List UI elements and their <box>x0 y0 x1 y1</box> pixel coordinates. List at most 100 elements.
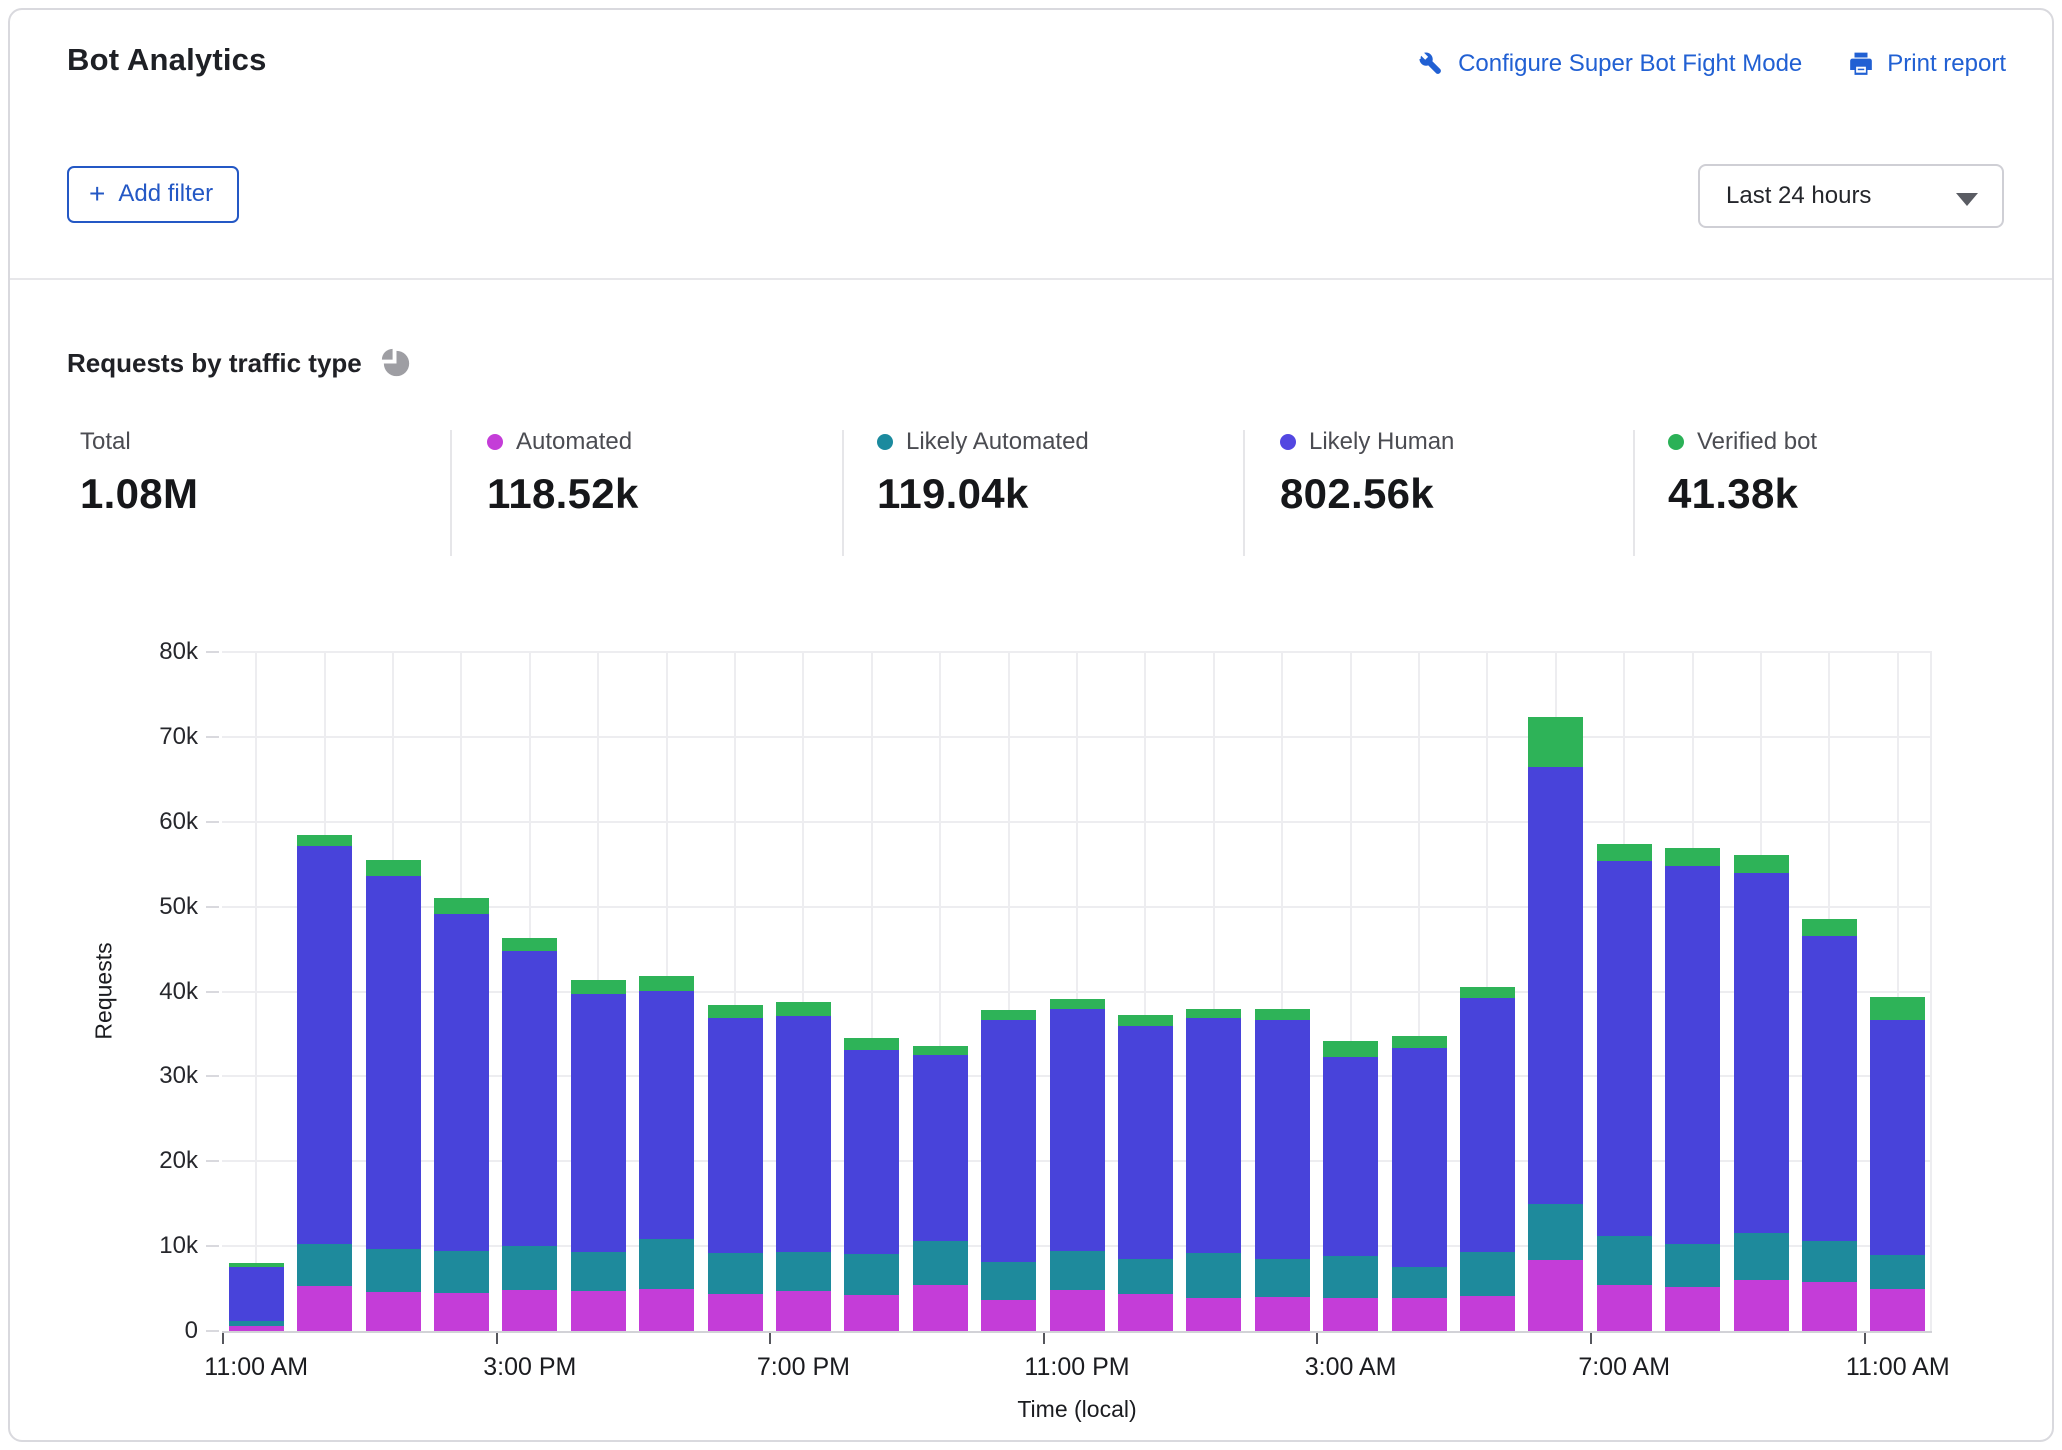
stat-likely-automated-value: 119.04k <box>877 470 1089 518</box>
bar-1-00-pm[interactable] <box>366 652 421 1331</box>
bar-segment-automated <box>1734 1280 1789 1331</box>
add-filter-button[interactable]: + Add filter <box>67 166 239 223</box>
bar-segment-automated <box>1186 1298 1241 1331</box>
bar-segment-likely-automated <box>1460 1252 1515 1296</box>
bar-segment-verified-bot <box>1255 1009 1310 1020</box>
bar-9-00-pm[interactable] <box>913 652 968 1331</box>
bar-segment-likely-automated <box>1734 1233 1789 1281</box>
bar-segment-automated <box>1323 1298 1378 1331</box>
printer-icon <box>1848 51 1874 77</box>
bar-segment-automated <box>776 1291 831 1331</box>
bar-4-00-pm[interactable] <box>571 652 626 1331</box>
bar-segment-likely-automated <box>844 1254 899 1296</box>
bar-11-00-am[interactable] <box>1870 652 1925 1331</box>
bar-segment-likely-automated <box>434 1251 489 1293</box>
bar-segment-verified-bot <box>1323 1041 1378 1057</box>
bar-segment-likely-human <box>844 1050 899 1254</box>
bar-segment-likely-human <box>1528 767 1583 1204</box>
bar-5-00-am[interactable] <box>1460 652 1515 1331</box>
bar-segment-automated <box>1597 1285 1652 1331</box>
bar-6-00-pm[interactable] <box>708 652 763 1331</box>
x-axis-title: Time (local) <box>1017 1396 1136 1423</box>
bar-segment-likely-human <box>1734 873 1789 1233</box>
wrench-icon <box>1418 51 1445 78</box>
bar-segment-verified-bot <box>1050 999 1105 1009</box>
bar-11-00-pm[interactable] <box>1050 652 1105 1331</box>
stat-divider <box>1243 430 1245 556</box>
bar-segment-verified-bot <box>1392 1036 1447 1048</box>
bar-segment-likely-human <box>1460 998 1515 1252</box>
bar-6-00-am[interactable] <box>1528 652 1583 1331</box>
bar-segment-likely-human <box>708 1018 763 1253</box>
stat-divider <box>842 430 844 556</box>
bar-segment-likely-human <box>1186 1018 1241 1253</box>
bar-segment-likely-automated <box>1050 1251 1105 1290</box>
time-range-select[interactable]: Last 24 hours <box>1698 164 2004 228</box>
bar-segment-automated <box>297 1286 352 1331</box>
bar-12-00-am[interactable] <box>1118 652 1173 1331</box>
bar-5-00-pm[interactable] <box>639 652 694 1331</box>
bar-1-00-am[interactable] <box>1186 652 1241 1331</box>
bar-segment-verified-bot <box>366 860 421 876</box>
y-axis-title: Requests <box>91 942 118 1039</box>
bar-segment-verified-bot <box>708 1005 763 1018</box>
bar-segment-verified-bot <box>1118 1015 1173 1026</box>
section-heading-label: Requests by traffic type <box>67 348 362 379</box>
print-report-link[interactable]: Print report <box>1848 50 2006 78</box>
bar-segment-verified-bot <box>913 1046 968 1055</box>
bar-segment-automated <box>844 1295 899 1331</box>
stat-total-label: Total <box>80 428 131 456</box>
stat-likely-human-label: Likely Human <box>1309 428 1454 456</box>
stat-divider <box>450 430 452 556</box>
bar-segment-likely-automated <box>297 1244 352 1286</box>
configure-super-bot-fight-mode-link[interactable]: Configure Super Bot Fight Mode <box>1418 50 1802 78</box>
pie-chart-icon <box>378 345 415 382</box>
bar-segment-verified-bot <box>1460 987 1515 998</box>
bar-3-00-pm[interactable] <box>502 652 557 1331</box>
bar-segment-likely-automated <box>1186 1253 1241 1298</box>
bar-7-00-pm[interactable] <box>776 652 831 1331</box>
bar-segment-likely-human <box>1665 866 1720 1245</box>
bar-segment-likely-automated <box>502 1246 557 1290</box>
bar-3-00-am[interactable] <box>1323 652 1378 1331</box>
bar-segment-automated <box>366 1292 421 1331</box>
bar-segment-likely-human <box>434 914 489 1251</box>
stat-automated-label: Automated <box>516 428 632 456</box>
bar-segment-likely-human <box>1802 936 1857 1241</box>
bar-9-00-am[interactable] <box>1734 652 1789 1331</box>
likely-human-dot-icon <box>1280 434 1296 450</box>
bar-2-00-pm[interactable] <box>434 652 489 1331</box>
bar-segment-likely-automated <box>1597 1236 1652 1285</box>
bar-segment-verified-bot <box>1870 997 1925 1020</box>
stat-verified-bot: Verified bot 41.38k <box>1668 428 1817 518</box>
bar-segment-likely-human <box>981 1020 1036 1263</box>
stat-total-value: 1.08M <box>80 470 198 518</box>
bar-11-00-am[interactable] <box>229 652 284 1331</box>
bar-segment-likely-automated <box>1528 1204 1583 1260</box>
bar-4-00-am[interactable] <box>1392 652 1447 1331</box>
bar-2-00-am[interactable] <box>1255 652 1310 1331</box>
bar-segment-verified-bot <box>639 976 694 990</box>
bar-8-00-am[interactable] <box>1665 652 1720 1331</box>
bar-segment-likely-human <box>639 991 694 1240</box>
bar-segment-automated <box>1255 1297 1310 1331</box>
bar-segment-likely-automated <box>1392 1267 1447 1298</box>
bar-segment-verified-bot <box>1597 844 1652 861</box>
bar-8-00-pm[interactable] <box>844 652 899 1331</box>
stat-automated: Automated 118.52k <box>487 428 639 518</box>
bar-7-00-am[interactable] <box>1597 652 1652 1331</box>
header-links: Configure Super Bot Fight Mode Print rep… <box>1418 50 2006 78</box>
caret-down-icon <box>1956 193 1978 206</box>
bar-10-00-am[interactable] <box>1802 652 1857 1331</box>
bar-segment-automated <box>913 1285 968 1331</box>
bar-segment-likely-human <box>776 1016 831 1252</box>
bar-segment-likely-automated <box>639 1239 694 1289</box>
bar-segment-verified-bot <box>1734 855 1789 873</box>
bar-12-00-pm[interactable] <box>297 652 352 1331</box>
bar-segment-verified-bot <box>297 835 352 847</box>
bar-segment-likely-human <box>1323 1057 1378 1256</box>
bar-segment-likely-human <box>1392 1048 1447 1267</box>
bar-segment-automated <box>1665 1287 1720 1331</box>
bar-10-00-pm[interactable] <box>981 652 1036 1331</box>
likely-automated-dot-icon <box>877 434 893 450</box>
